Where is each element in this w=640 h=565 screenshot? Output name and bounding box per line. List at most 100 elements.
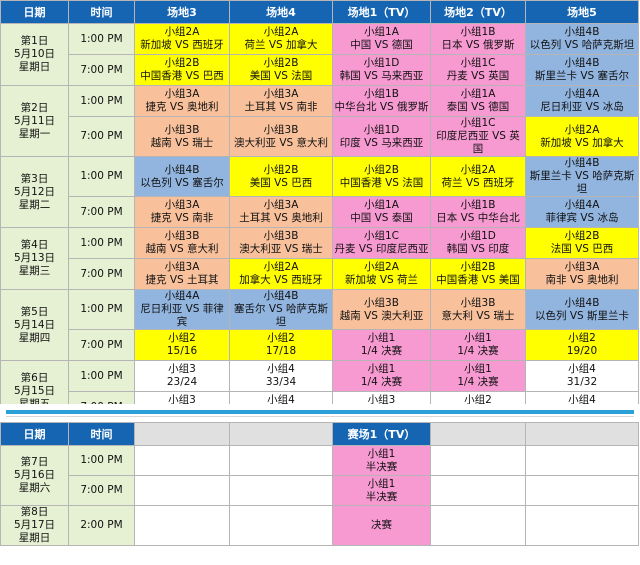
- match-row: 第2日 5月11日 星期一 1:00 PM 小组3A 捷克 VS 奥地利 小组3A 土耳其 V…: [0, 85, 639, 157]
- match-teams: 荷兰 VS 加拿大: [244, 39, 318, 51]
- match-teams: 印度尼西亚 VS 英国: [436, 130, 520, 155]
- match-group: 小组4A: [164, 290, 200, 303]
- match-group: 小组2: [568, 332, 596, 344]
- match-teams: 捷克 VS 南非: [150, 212, 214, 224]
- match-row: 第8日 5月17日 星期日 2:00 PM 决赛: [0, 505, 639, 546]
- match-group: 小组1D: [460, 230, 496, 242]
- day-label-line: 星期二: [18, 198, 51, 211]
- match-cell: 小组4B 以色列 VS 哈萨克斯坦: [525, 23, 639, 55]
- match-teams: 半决赛: [365, 460, 398, 473]
- header-empty: [525, 422, 639, 446]
- match-teams: 斯里兰卡 VS 塞舌尔: [534, 70, 630, 82]
- match-cell: 小组2 17/18: [229, 329, 333, 361]
- match-cell: 小组3B 越南 VS 瑞士: [134, 116, 230, 157]
- time-cell: 7:00 PM: [68, 54, 135, 86]
- header-empty: [229, 422, 333, 446]
- day-label-line: 5月15日: [13, 385, 56, 397]
- day-label-line: 星期四: [18, 331, 51, 344]
- time-cell: 7:00 PM: [68, 258, 135, 290]
- match-cell: 小组3A 捷克 VS 南非: [134, 196, 230, 228]
- match-cell: 小组1A 中国 VS 泰国: [332, 196, 431, 228]
- match-cell: 小组1B 中华台北 VS 俄罗斯: [332, 85, 431, 117]
- time-cell: 1:00 PM: [68, 156, 135, 197]
- header-venue-1-tv: 场地1（TV）: [332, 0, 431, 24]
- day-cell: 第2日 5月11日 星期一: [0, 85, 69, 157]
- empty-cell: [525, 505, 639, 546]
- match-teams: 南非 VS 奥地利: [545, 274, 619, 286]
- match-cell: 小组1A 泰国 VS 德国: [430, 85, 526, 117]
- match-cell: 小组4A 尼日利亚 VS 冰岛: [525, 85, 639, 117]
- empty-cell: [430, 475, 526, 506]
- match-group: 小组4: [267, 363, 295, 375]
- match-cell: 小组2B 法国 VS 巴西: [525, 227, 639, 259]
- match-cell: 小组2 15/16: [134, 329, 230, 361]
- match-group: 小组2A: [364, 261, 399, 273]
- match-cell: 小组3A 捷克 VS 土耳其: [134, 258, 230, 290]
- day-label-line: 星期日: [18, 532, 51, 544]
- match-group: 小组1: [367, 477, 396, 490]
- match-cell: 小组3A 土耳其 VS 奥地利: [229, 196, 333, 228]
- match-row: 7:00 PM 小组1 半决赛: [1, 475, 639, 506]
- match-teams: 美国 VS 巴西: [249, 176, 313, 189]
- match-row: 第4日 5月13日 星期三 1:00 PM 小组3B 越南 VS 意大利 小组3B 澳大利亚 …: [0, 227, 639, 290]
- match-teams: 塞舌尔 VS 哈萨克斯坦: [233, 303, 329, 328]
- match-group: 小组4B: [564, 26, 600, 38]
- match-cell: 小组2A 荷兰 VS 西班牙: [430, 156, 526, 197]
- match-group: 小组1C: [460, 117, 496, 130]
- match-cell: 小组3B 澳大利亚 VS 瑞士: [229, 227, 333, 259]
- match-group: 小组1A: [364, 199, 399, 211]
- empty-cell: [229, 475, 333, 506]
- match-group: 小组3A: [263, 199, 299, 211]
- match-group: 决赛: [371, 519, 392, 531]
- empty-cell: [525, 445, 639, 476]
- match-teams: 日本 VS 俄罗斯: [441, 39, 515, 51]
- match-teams: 丹麦 VS 印度尼西亚: [334, 243, 429, 255]
- match-group: 小组2A: [564, 123, 600, 136]
- match-cell: 小组3A 南非 VS 奥地利: [525, 258, 639, 290]
- match-cell: 小组2A 加拿大 VS 西班牙: [229, 258, 333, 290]
- match-cell: 小组2A 新加坡 VS 西班牙: [134, 23, 230, 55]
- empty-cell: [430, 445, 526, 476]
- day-label-line: 5月12日: [13, 185, 56, 198]
- match-group: 小组2A: [164, 26, 200, 38]
- match-group: 小组4B: [164, 163, 200, 176]
- day-cell: 第5日 5月14日 星期四: [0, 289, 69, 361]
- match-group: 小组3A: [164, 88, 200, 100]
- match-cell: 小组3B 意大利 VS 瑞士: [430, 289, 526, 330]
- match-teams: 新加坡 VS 加拿大: [540, 136, 624, 149]
- match-group: 小组2B: [263, 163, 299, 176]
- divider-bar: [6, 410, 634, 414]
- match-teams: 尼日利亚 VS 菲律宾: [140, 303, 224, 328]
- match-group: 小组1: [367, 447, 396, 460]
- match-teams: 丹麦 VS 英国: [446, 70, 510, 82]
- match-teams: 半决赛: [365, 490, 398, 503]
- match-group: 小组2B: [164, 57, 200, 69]
- match-cell: 小组1B 日本 VS 中华台北: [430, 196, 526, 228]
- match-teams: 23/24: [166, 376, 198, 388]
- empty-cell: [134, 505, 230, 546]
- match-teams: 澳大利亚 VS 意大利: [233, 136, 329, 149]
- day-cell: 第1日 5月10日 星期日: [0, 23, 69, 86]
- header-empty: [430, 422, 526, 446]
- match-cell: 小组4 31/32: [525, 360, 639, 392]
- match-cell: 小组1 1/4 决赛: [430, 329, 526, 361]
- match-group: 小组4B: [564, 57, 600, 69]
- match-group: 小组2B: [263, 57, 299, 69]
- time-cell: 1:00 PM: [68, 227, 135, 259]
- day-label-line: 星期一: [18, 127, 51, 140]
- match-cell: 小组1 半决赛: [332, 475, 431, 506]
- match-teams: 越南 VS 澳大利亚: [339, 309, 424, 322]
- day-label-line: 5月17日: [13, 519, 56, 531]
- match-row: 7:00 PM 小组3A 捷克 VS 南非 小组3A 土耳其 VS 奥地利 小组1A 中国 …: [1, 196, 639, 228]
- empty-cell: [229, 505, 333, 546]
- day-label-line: 5月16日: [13, 469, 56, 481]
- match-row: 7:00 PM 小组3A 捷克 VS 土耳其 小组2A 加拿大 VS 西班牙 小组2A 新加…: [1, 258, 639, 290]
- header-venue-2-tv: 场地2（TV）: [430, 0, 526, 24]
- match-cell: 小组1B 日本 VS 俄罗斯: [430, 23, 526, 55]
- match-cell: 小组3B 越南 VS 澳大利亚: [332, 289, 431, 330]
- match-teams: 澳大利亚 VS 瑞士: [239, 243, 323, 255]
- match-group: 小组2: [168, 332, 196, 344]
- header-date: 日期: [0, 422, 69, 446]
- header-row: 日期 时间 场地3 场地4 场地1（TV） 场地2（TV） 场地5: [0, 0, 639, 24]
- match-cell: 小组4B 以色列 VS 塞舌尔: [134, 156, 230, 197]
